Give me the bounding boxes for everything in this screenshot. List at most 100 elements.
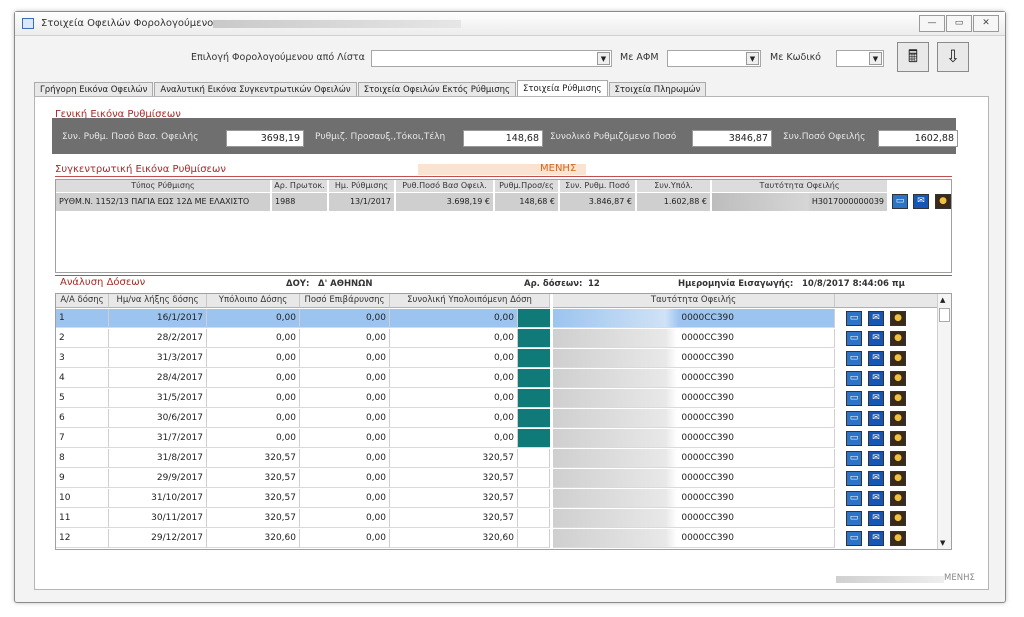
coin-icon[interactable]: ● xyxy=(890,471,906,486)
row-remaining[interactable]: 320,57 xyxy=(207,489,300,508)
row-total[interactable]: 0,00 xyxy=(390,429,518,448)
row-charge[interactable]: 0,00 xyxy=(300,389,390,408)
tab-detailed-overview[interactable]: Αναλυτική Εικόνα Συγκεντρωτικών Οφειλών xyxy=(154,82,357,97)
chat-icon[interactable]: ▭ xyxy=(846,511,862,526)
scroll-thumb[interactable] xyxy=(939,308,950,322)
coin-icon[interactable]: ● xyxy=(890,511,906,526)
row-number[interactable]: 10 xyxy=(56,489,109,508)
row-due-date[interactable]: 30/11/2017 xyxy=(109,509,207,528)
coin-icon[interactable]: ● xyxy=(890,431,906,446)
row-number[interactable]: 9 xyxy=(56,469,109,488)
row-remaining[interactable]: 320,57 xyxy=(207,449,300,468)
row-identity[interactable]: 0000CC390 xyxy=(553,529,835,548)
row-remaining[interactable]: 320,60 xyxy=(207,529,300,548)
mail-icon[interactable]: ✉ xyxy=(868,471,884,486)
calculator-button[interactable]: 🖩 xyxy=(897,42,929,72)
summary-surcharges[interactable]: 148,68 € xyxy=(495,193,559,211)
mail-icon[interactable]: ✉ xyxy=(868,511,884,526)
coin-icon[interactable]: ● xyxy=(890,311,906,326)
row-total[interactable]: 0,00 xyxy=(390,349,518,368)
row-remaining[interactable]: 0,00 xyxy=(207,369,300,388)
mail-icon[interactable]: ✉ xyxy=(868,491,884,506)
row-charge[interactable]: 0,00 xyxy=(300,429,390,448)
chat-icon[interactable]: ▭ xyxy=(846,371,862,386)
row-identity[interactable]: 0000CC390 xyxy=(553,449,835,468)
chevron-down-icon[interactable]: ▼ xyxy=(746,52,759,65)
mail-icon[interactable]: ✉ xyxy=(868,531,884,546)
row-number[interactable]: 5 xyxy=(56,389,109,408)
download-button[interactable]: ⇩ xyxy=(937,42,969,72)
coin-icon[interactable]: ● xyxy=(890,331,906,346)
mail-icon[interactable]: ✉ xyxy=(868,331,884,346)
row-total[interactable]: 0,00 xyxy=(390,309,518,328)
code-select[interactable]: ▼ xyxy=(836,50,884,67)
coin-icon[interactable]: ● xyxy=(890,391,906,406)
row-charge[interactable]: 0,00 xyxy=(300,469,390,488)
scroll-up-icon[interactable]: ▲ xyxy=(940,296,945,304)
summary-total[interactable]: 3.846,87 € xyxy=(560,193,636,211)
row-number[interactable]: 3 xyxy=(56,349,109,368)
row-number[interactable]: 1 xyxy=(56,309,109,328)
row-number[interactable]: 2 xyxy=(56,329,109,348)
row-identity[interactable]: 0000CC390 xyxy=(553,329,835,348)
summary-protocol[interactable]: 1988 xyxy=(272,193,328,211)
tab-debts-outside[interactable]: Στοιχεία Οφειλών Εκτός Ρύθμισης xyxy=(357,82,516,97)
chat-icon[interactable]: ▭ xyxy=(846,471,862,486)
mail-icon[interactable]: ✉ xyxy=(868,311,884,326)
row-number[interactable]: 11 xyxy=(56,509,109,528)
summary-remaining[interactable]: 1.602,88 € xyxy=(637,193,711,211)
row-identity[interactable]: 0000CC390 xyxy=(553,389,835,408)
row-remaining[interactable]: 0,00 xyxy=(207,389,300,408)
chat-icon[interactable]: ▭ xyxy=(846,531,862,546)
summary-base[interactable]: 3.698,19 € xyxy=(396,193,494,211)
coin-icon[interactable]: ● xyxy=(890,411,906,426)
row-number[interactable]: 6 xyxy=(56,409,109,428)
grid-scrollbar[interactable]: ▲ ▼ xyxy=(937,294,951,549)
row-total[interactable]: 0,00 xyxy=(390,329,518,348)
row-identity[interactable]: 0000CC390 xyxy=(553,489,835,508)
coin-icon[interactable]: ● xyxy=(935,194,951,209)
chat-icon[interactable]: ▭ xyxy=(846,491,862,506)
coin-icon[interactable]: ● xyxy=(890,351,906,366)
row-number[interactable]: 4 xyxy=(56,369,109,388)
row-total[interactable]: 0,00 xyxy=(390,389,518,408)
row-remaining[interactable]: 0,00 xyxy=(207,349,300,368)
row-remaining[interactable]: 320,57 xyxy=(207,469,300,488)
coin-icon[interactable]: ● xyxy=(890,371,906,386)
row-number[interactable]: 8 xyxy=(56,449,109,468)
row-total[interactable]: 0,00 xyxy=(390,369,518,388)
row-due-date[interactable]: 31/3/2017 xyxy=(109,349,207,368)
mail-icon[interactable]: ✉ xyxy=(868,431,884,446)
row-charge[interactable]: 0,00 xyxy=(300,329,390,348)
taxpayer-select[interactable]: ▼ xyxy=(371,50,612,67)
mail-icon[interactable]: ✉ xyxy=(868,371,884,386)
afm-select[interactable]: ▼ xyxy=(667,50,761,67)
row-remaining[interactable]: 0,00 xyxy=(207,409,300,428)
chat-icon[interactable]: ▭ xyxy=(846,391,862,406)
chat-icon[interactable]: ▭ xyxy=(846,311,862,326)
row-total[interactable]: 320,60 xyxy=(390,529,518,548)
row-due-date[interactable]: 31/10/2017 xyxy=(109,489,207,508)
row-charge[interactable]: 0,00 xyxy=(300,449,390,468)
coin-icon[interactable]: ● xyxy=(890,451,906,466)
row-total[interactable]: 320,57 xyxy=(390,489,518,508)
row-charge[interactable]: 0,00 xyxy=(300,529,390,548)
coin-icon[interactable]: ● xyxy=(890,531,906,546)
chat-icon[interactable]: ▭ xyxy=(846,411,862,426)
row-identity[interactable]: 0000CC390 xyxy=(553,509,835,528)
summary-type[interactable]: ΡΥΘΜ.Ν. 1152/13 ΠΑΓΙΑ ΕΩΣ 12Δ ΜΕ ΕΛΑΧΙΣΤ… xyxy=(56,193,271,211)
tab-quick-overview[interactable]: Γρήγορη Εικόνα Οφειλών xyxy=(34,82,154,97)
row-remaining[interactable]: 0,00 xyxy=(207,329,300,348)
mail-icon[interactable]: ✉ xyxy=(868,351,884,366)
chat-icon[interactable]: ▭ xyxy=(846,331,862,346)
coin-icon[interactable]: ● xyxy=(890,491,906,506)
row-due-date[interactable]: 29/9/2017 xyxy=(109,469,207,488)
chat-icon[interactable]: ▭ xyxy=(846,351,862,366)
row-identity[interactable]: 0000CC390 xyxy=(553,409,835,428)
row-remaining[interactable]: 320,57 xyxy=(207,509,300,528)
chat-icon[interactable]: ▭ xyxy=(846,451,862,466)
tab-payments[interactable]: Στοιχεία Πληρωμών xyxy=(608,82,707,97)
row-due-date[interactable]: 30/6/2017 xyxy=(109,409,207,428)
row-number[interactable]: 7 xyxy=(56,429,109,448)
row-remaining[interactable]: 0,00 xyxy=(207,309,300,328)
